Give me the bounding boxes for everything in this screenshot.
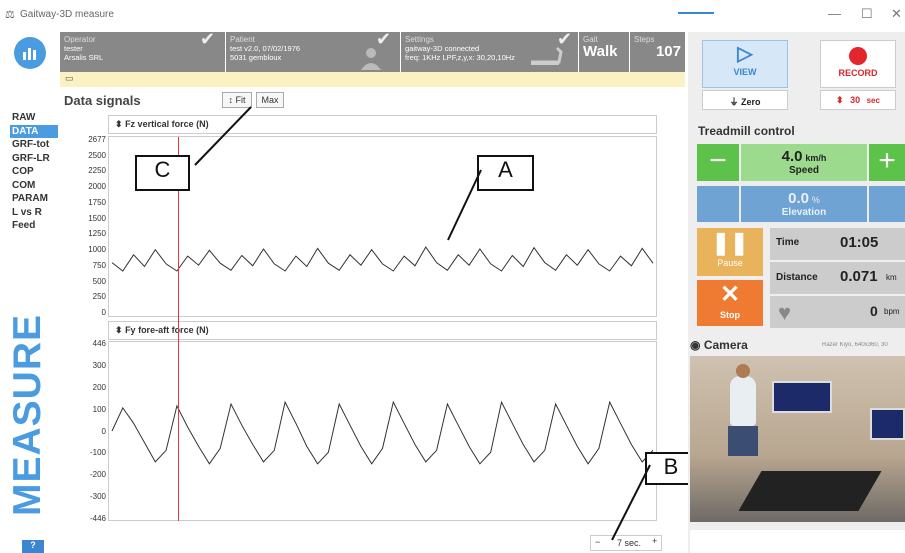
pause-button[interactable]: ❚❚ Pause — [697, 228, 763, 276]
distance-value: 0.071 — [840, 268, 878, 285]
treadmill-title: Treadmill control — [698, 124, 795, 138]
speed-value: 4.0 — [781, 148, 803, 165]
speed-unit: km/h — [805, 153, 827, 163]
view-label: VIEW — [733, 67, 757, 77]
camera-monitor — [772, 381, 832, 413]
heart-rate-unit: bpm — [884, 307, 900, 316]
speed-label: Speed — [788, 165, 819, 176]
zero-label: Zero — [741, 97, 761, 107]
camera-header[interactable]: ◉ Camera — [690, 338, 748, 352]
zero-icon: ⏚ — [729, 97, 739, 107]
record-duration[interactable]: ⬍ 30 sec — [820, 90, 896, 110]
pause-icon: ❚❚ — [711, 230, 749, 255]
camera-person — [736, 364, 750, 378]
camera-treadmill — [738, 471, 882, 511]
distance-unit: km — [886, 273, 897, 282]
stepper-icon[interactable]: ⬍ — [836, 95, 844, 105]
record-button[interactable]: RECORD — [820, 40, 896, 88]
distance-display: Distance 0.071 km — [770, 262, 905, 294]
record-icon — [849, 47, 867, 65]
camera-monitor — [870, 408, 905, 440]
time-display: Time 01:05 — [770, 228, 905, 260]
heart-rate-display: ♥ 0 bpm — [770, 296, 905, 328]
record-unit: sec — [866, 96, 880, 105]
pause-label: Pause — [717, 258, 743, 268]
heart-rate-value: 0 — [870, 303, 878, 319]
elevation-unit: % — [811, 195, 820, 205]
camera-person — [730, 376, 756, 426]
distance-label: Distance — [776, 272, 818, 283]
camera-title: Camera — [703, 338, 748, 352]
time-value: 01:05 — [840, 234, 879, 251]
stop-icon: ✕ — [719, 281, 741, 308]
camera-info: Razer Kiyo, 640x360, 30 — [822, 342, 888, 348]
zero-button[interactable]: ⏚ Zero — [702, 90, 788, 110]
speed-decrease-button[interactable]: − — [697, 144, 739, 181]
record-time: 30 — [850, 95, 861, 105]
elevation-label: Elevation — [781, 207, 827, 218]
camera-footer — [690, 530, 905, 553]
elevation-increase-button[interactable] — [869, 186, 905, 222]
stop-label: Stop — [720, 310, 740, 320]
stop-button[interactable]: ✕ Stop — [697, 280, 763, 326]
camera-feed[interactable] — [690, 356, 905, 522]
elevation-value: 0.0 — [788, 190, 810, 207]
elevation-decrease-button[interactable] — [697, 186, 739, 222]
camera-person — [728, 426, 758, 456]
record-label: RECORD — [838, 68, 878, 78]
view-button[interactable]: ▷ VIEW — [702, 40, 788, 88]
heart-icon: ♥ — [778, 300, 792, 325]
speed-display: 4.0 km/h Speed — [741, 144, 867, 181]
play-icon: ▷ — [737, 43, 753, 65]
speed-increase-button[interactable]: + — [869, 144, 905, 181]
time-label: Time — [776, 237, 800, 248]
elevation-display: 0.0 % Elevation — [741, 186, 867, 222]
radio-icon[interactable]: ◉ — [690, 338, 700, 352]
